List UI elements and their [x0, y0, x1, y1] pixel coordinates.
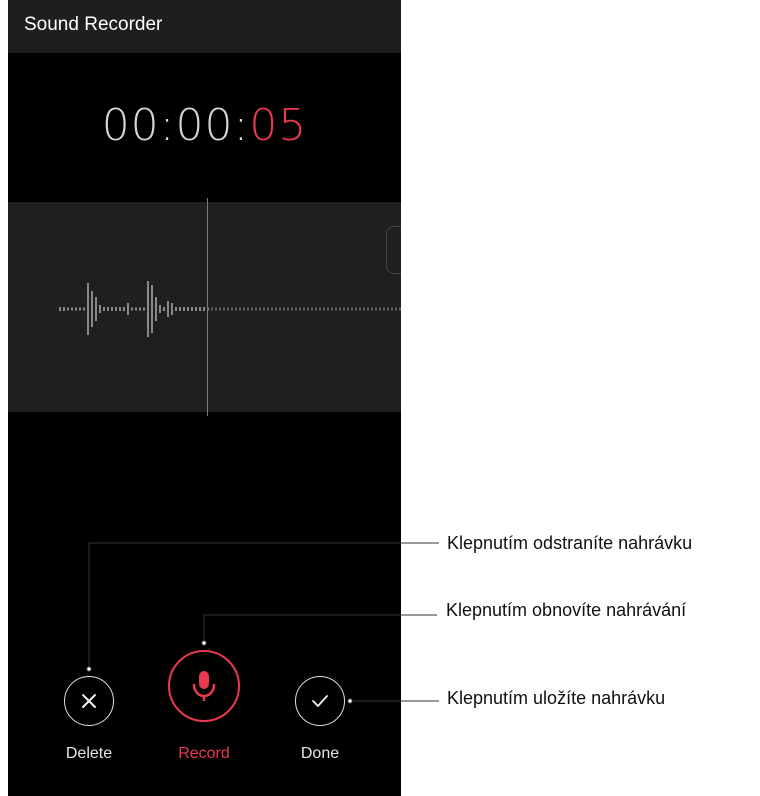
callout-record: Klepnutím obnovíte nahrávání: [446, 600, 687, 620]
callout-delete: Klepnutím odstraníte nahrávku: [447, 533, 693, 553]
callout-done: Klepnutím uložíte nahrávku: [447, 688, 666, 708]
callout-lines: [86, 542, 439, 704]
